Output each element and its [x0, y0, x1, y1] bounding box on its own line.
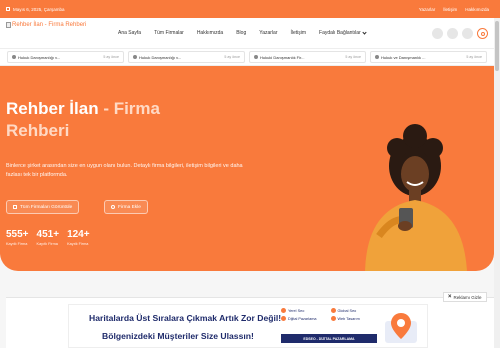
thumbnail-icon: [12, 55, 16, 59]
top-links: Yazarlar İletişim Hakkımızda: [419, 7, 489, 12]
ad-feature: Web Tasarım: [330, 316, 377, 321]
ticker-time: 5 ay önce: [466, 55, 482, 59]
nav-item-iletisim[interactable]: İletişim: [290, 30, 306, 36]
close-icon: ×: [448, 294, 452, 300]
ad-feature: Global Seo: [330, 308, 377, 313]
stat-label: Kayıtlı Firma: [36, 242, 58, 246]
nav-item-ana-sayfa[interactable]: Ana Sayfa: [118, 30, 141, 36]
user-icon[interactable]: [477, 28, 488, 39]
view-all-firms-label: Tüm Firmaları Görüntüle: [20, 204, 73, 210]
hero-title-highlight: Firma: [113, 99, 160, 118]
page-scrollbar[interactable]: [494, 18, 500, 348]
calendar-icon: [6, 7, 10, 11]
thumbnail-icon: [133, 55, 137, 59]
ad-strip: EDSEO - DİJİTAL PAZARLAMA: [281, 334, 377, 343]
ticker-title: Hukuki Danışmanlık Fir...: [260, 54, 305, 60]
stat-item: 451+ Kayıtlı Firma: [37, 229, 60, 246]
list-icon: [13, 205, 17, 209]
hide-ad-label: Reklamı Gizle: [453, 294, 482, 300]
date-text: Mayıs 6, 2025, Çarşamba: [13, 6, 65, 12]
nav-item-tum-firmalar[interactable]: Tüm Firmalar: [154, 30, 184, 36]
stat-number: 124+: [67, 229, 90, 240]
ad-headline: Haritalarda Üst Sıralara Çıkmak Artık Zo…: [89, 313, 282, 323]
stat-number: 451+: [36, 229, 60, 240]
ad-features: Yerel Seo Global Seo Dijital Pazarlama W…: [281, 308, 376, 321]
nav-item-yazarlar[interactable]: Yazarlar: [259, 30, 277, 36]
stat-label: Kayıtlı Firma: [6, 242, 28, 246]
ticker-title: Hukuk Danışmanlığı v...: [18, 54, 61, 60]
check-icon: [330, 308, 336, 313]
site-header: Rehber İlan - Firma Rehberi Ana Sayfa Tü…: [0, 18, 494, 48]
hero-title: Rehber İlan - Firma Rehberi: [6, 98, 206, 142]
thumbnail-icon: [375, 55, 379, 59]
hero-title-highlight: Rehberi: [6, 121, 70, 140]
stat-item: 124+ Kayıtlı Firma: [67, 229, 90, 246]
add-firm-label: Firma Ekle: [118, 204, 141, 210]
ad-feature-label: Yerel Seo: [288, 308, 305, 313]
ticker-item[interactable]: Hukuki Danışmanlık Fir... 5 ay önce: [249, 51, 366, 63]
hero-section: Rehber İlan - Firma Rehberi Binlerce şir…: [0, 66, 494, 271]
ad-feature: Yerel Seo: [281, 308, 327, 313]
ad-feature-label: Global Seo: [337, 308, 357, 313]
ad-banner[interactable]: Haritalarda Üst Sıralara Çıkmak Artık Zo…: [68, 304, 428, 348]
facebook-icon[interactable]: [432, 28, 443, 39]
hero-title-separator: -: [98, 99, 114, 118]
plus-icon: [111, 205, 115, 209]
ticker-title: Hukuk Danışmanlığı v...: [139, 54, 182, 60]
main-nav: Ana Sayfa Tüm Firmalar Hakkımızda Blog Y…: [118, 29, 379, 36]
hide-ad-button[interactable]: × Reklamı Gizle: [443, 292, 487, 302]
ticker-item[interactable]: Hukuk Danışmanlığı v... 5 ay önce: [7, 51, 124, 63]
ticker-item[interactable]: Hukuk ve Danışmanlık ... 5 ay önce: [370, 51, 487, 63]
stat-item: 555+ Kayıtlı Firma: [6, 229, 29, 246]
hero-description: Binlerce şirket arasından size en uygun …: [6, 163, 243, 178]
top-link-yazarlar[interactable]: Yazarlar: [419, 7, 435, 12]
ad-feature-label: Dijital Pazarlama: [288, 316, 317, 321]
ticker-time: 5 ay önce: [345, 55, 361, 59]
ad-feature: Dijital Pazarlama: [281, 316, 327, 321]
check-icon: [281, 316, 286, 321]
scrollbar-thumb[interactable]: [495, 21, 499, 71]
nav-item-hakkimizda[interactable]: Hakkımızda: [197, 30, 223, 36]
header-icons: [432, 28, 488, 39]
nav-item-faydali-label: Faydalı Bağlantılar: [319, 30, 361, 36]
view-all-firms-button[interactable]: Tüm Firmaları Görüntüle: [6, 200, 80, 214]
broken-image-icon: [6, 22, 11, 28]
site-logo[interactable]: Rehber İlan - Firma Rehberi: [6, 22, 86, 28]
ticker-title: Hukuk ve Danışmanlık ...: [381, 54, 426, 60]
check-icon: [281, 308, 286, 313]
ticker-time: 5 ay önce: [224, 55, 240, 59]
hero-woman-illustration: [365, 124, 467, 271]
nav-item-faydali-baglantilar[interactable]: Faydalı Bağlantılar: [319, 29, 367, 36]
logo-text: Rehber İlan - Firma Rehberi: [12, 22, 87, 28]
stat-number: 555+: [6, 229, 29, 240]
ticker-item[interactable]: Hukuk Danışmanlığı v... 5 ay önce: [128, 51, 245, 63]
twitter-icon[interactable]: [447, 28, 458, 39]
nav-item-blog[interactable]: Blog: [236, 30, 246, 36]
ad-subheadline: Bölgenizdeki Müşteriler Size Ulassın!: [102, 331, 254, 341]
top-bar: Mayıs 6, 2025, Çarşamba Yazarlar İletişi…: [0, 0, 500, 18]
thumbnail-icon: [254, 55, 258, 59]
news-ticker: Hukuk Danışmanlığı v... 5 ay önce Hukuk …: [0, 48, 494, 66]
map-pin-icon: [385, 313, 417, 343]
stat-label: Kayıtlı Firma: [67, 242, 89, 246]
date-display: Mayıs 6, 2025, Çarşamba: [6, 7, 65, 12]
chevron-down-icon: [362, 29, 367, 35]
top-link-iletisim[interactable]: İletişim: [443, 7, 457, 12]
top-link-hakkimizda[interactable]: Hakkımızda: [465, 7, 489, 12]
ad-feature-label: Web Tasarım: [337, 316, 360, 321]
hero-title-part: Rehber İlan: [6, 99, 99, 118]
instagram-icon[interactable]: [462, 28, 473, 39]
stats-row: 555+ Kayıtlı Firma 451+ Kayıtlı Firma 12…: [6, 229, 90, 246]
ticker-time: 5 ay önce: [103, 55, 119, 59]
check-icon: [330, 316, 336, 321]
add-firm-button[interactable]: Firma Ekle: [104, 200, 148, 214]
